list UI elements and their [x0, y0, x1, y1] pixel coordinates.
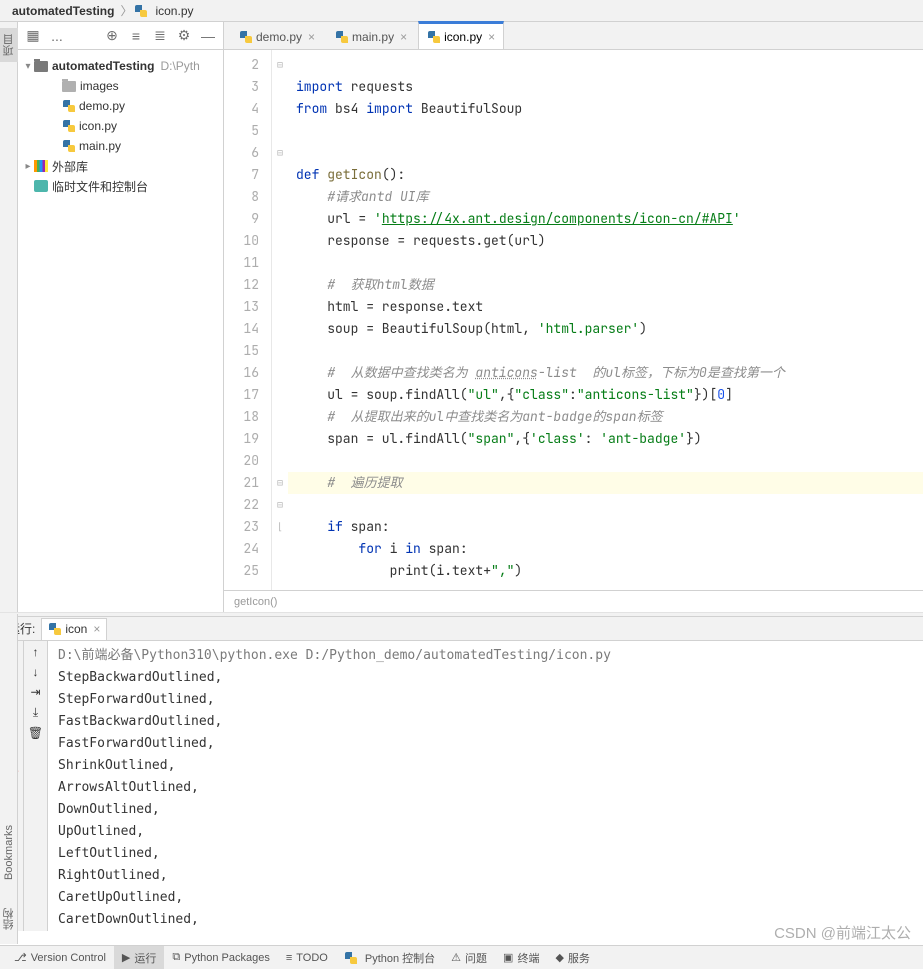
- chevron-down-icon: ▾: [22, 61, 34, 72]
- python-file-icon: [134, 4, 148, 18]
- breadcrumb-file[interactable]: icon.py: [151, 4, 197, 18]
- left-lower-rail: Bookmarks 结构: [0, 614, 18, 944]
- console-cmd: D:\前端必备\Python310\python.exe D:/Python_d…: [58, 645, 913, 667]
- tree-file-icon[interactable]: icon.py: [18, 116, 223, 136]
- run-left-rail-2: ↑ ↓ ⇥ ⤓ 🗑: [24, 641, 48, 931]
- down-icon[interactable]: ↓: [33, 665, 39, 679]
- breadcrumb-bar: automatedTesting 〉 icon.py: [0, 0, 923, 22]
- bottom-packages[interactable]: ⧉Python Packages: [164, 946, 277, 969]
- list-icon: ≡: [286, 952, 292, 964]
- python-file-icon: [62, 139, 76, 153]
- bottom-services[interactable]: ◆服务: [547, 946, 597, 969]
- bottom-pyconsole[interactable]: Python 控制台: [336, 946, 443, 969]
- select-opened-icon[interactable]: ▦: [22, 25, 44, 47]
- python-file-icon: [239, 30, 253, 44]
- editor-body[interactable]: 2345678910111213141516171819202122232425…: [224, 50, 923, 590]
- python-file-icon: [335, 30, 349, 44]
- fold-column: ⊟ ⊟ ⊟⊟⌊: [272, 50, 288, 590]
- tree-ext-lib[interactable]: ▸ 外部库: [18, 156, 223, 176]
- gear-icon[interactable]: ⚙: [173, 25, 195, 47]
- branch-icon: ⎇: [14, 951, 27, 964]
- python-file-icon: [427, 30, 441, 44]
- bottom-toolbar: ⎇Version Control ▶运行 ⧉Python Packages ≡T…: [0, 945, 923, 969]
- locate-icon[interactable]: ⊕: [101, 25, 123, 47]
- python-file-icon: [48, 622, 62, 636]
- collapse-all-icon[interactable]: ≣: [149, 25, 171, 47]
- tree-file-demo[interactable]: demo.py: [18, 96, 223, 116]
- play-icon: ▶: [122, 951, 130, 964]
- code-area[interactable]: import requests from bs4 import Beautifu…: [288, 50, 923, 590]
- tree-file-main[interactable]: main.py: [18, 136, 223, 156]
- run-header: 运行: icon ×: [0, 617, 923, 641]
- scratch-icon: [34, 180, 48, 192]
- python-file-icon: [62, 99, 76, 113]
- terminal-icon: ▣: [503, 951, 513, 964]
- tree-scratch[interactable]: 临时文件和控制台: [18, 176, 223, 196]
- wrap-icon[interactable]: ⇥: [30, 685, 40, 699]
- hide-icon[interactable]: —: [197, 25, 219, 47]
- toolbar-more[interactable]: ...: [46, 25, 68, 47]
- editor-tabs: demo.py × main.py × icon.py ×: [224, 22, 923, 50]
- close-icon[interactable]: ×: [308, 30, 315, 44]
- folder-icon: [62, 81, 76, 92]
- tree-folder-images[interactable]: images: [18, 76, 223, 96]
- bottom-vcs[interactable]: ⎇Version Control: [6, 946, 114, 969]
- bottom-problems[interactable]: ⚠问题: [443, 946, 495, 969]
- package-icon: ⧉: [172, 951, 180, 964]
- python-file-icon: [62, 119, 76, 133]
- editor-panel: demo.py × main.py × icon.py × 2345678910…: [224, 22, 923, 612]
- warning-icon: ⚠: [451, 951, 461, 964]
- run-panel: 运行: icon × ▶ 🔧 ■ ◧ 🖶 📌 ↑ ↓ ⇥ ⤓ 🗑 D:\前端必备…: [0, 616, 923, 931]
- folder-icon: [34, 61, 48, 72]
- project-tree: ▾ automatedTesting D:\Pyth images demo.p…: [18, 50, 223, 202]
- editor-breadcrumb[interactable]: getIcon(): [224, 590, 923, 612]
- run-tab[interactable]: icon ×: [41, 618, 107, 640]
- project-panel: ▦ ... ⊕ ≡ ≣ ⚙ — ▾ automatedTesting D:\Py…: [18, 22, 224, 612]
- expand-all-icon[interactable]: ≡: [125, 25, 147, 47]
- library-icon: [34, 160, 48, 172]
- tab-demo[interactable]: demo.py ×: [230, 23, 324, 49]
- chevron-right-icon: ▸: [22, 161, 34, 172]
- close-icon[interactable]: ×: [93, 622, 100, 636]
- project-tool-tab[interactable]: 项目: [0, 28, 18, 62]
- tab-icon[interactable]: icon.py ×: [418, 21, 504, 49]
- console-output[interactable]: D:\前端必备\Python310\python.exe D:/Python_d…: [48, 641, 923, 931]
- close-icon[interactable]: ×: [400, 30, 407, 44]
- services-icon: ◆: [555, 951, 563, 964]
- chevron-right-icon: 〉: [118, 2, 134, 19]
- up-icon[interactable]: ↑: [33, 645, 39, 659]
- bottom-run[interactable]: ▶运行: [114, 946, 164, 969]
- structure-tab[interactable]: 结构: [0, 904, 18, 934]
- project-toolbar: ▦ ... ⊕ ≡ ≣ ⚙ —: [18, 22, 223, 50]
- python-file-icon: [344, 951, 358, 965]
- left-tool-rail: 项目: [0, 22, 18, 612]
- bottom-todo[interactable]: ≡TODO: [278, 946, 336, 969]
- breadcrumb-root[interactable]: automatedTesting: [8, 4, 118, 18]
- tab-main[interactable]: main.py ×: [326, 23, 416, 49]
- bottom-terminal[interactable]: ▣终端: [495, 946, 547, 969]
- close-icon[interactable]: ×: [488, 30, 495, 44]
- bookmarks-tab[interactable]: Bookmarks: [2, 821, 16, 884]
- line-gutter: 2345678910111213141516171819202122232425: [224, 50, 272, 590]
- tree-root[interactable]: ▾ automatedTesting D:\Pyth: [18, 56, 223, 76]
- scroll-icon[interactable]: ⤓: [33, 705, 38, 720]
- trash-icon[interactable]: 🗑: [28, 726, 43, 740]
